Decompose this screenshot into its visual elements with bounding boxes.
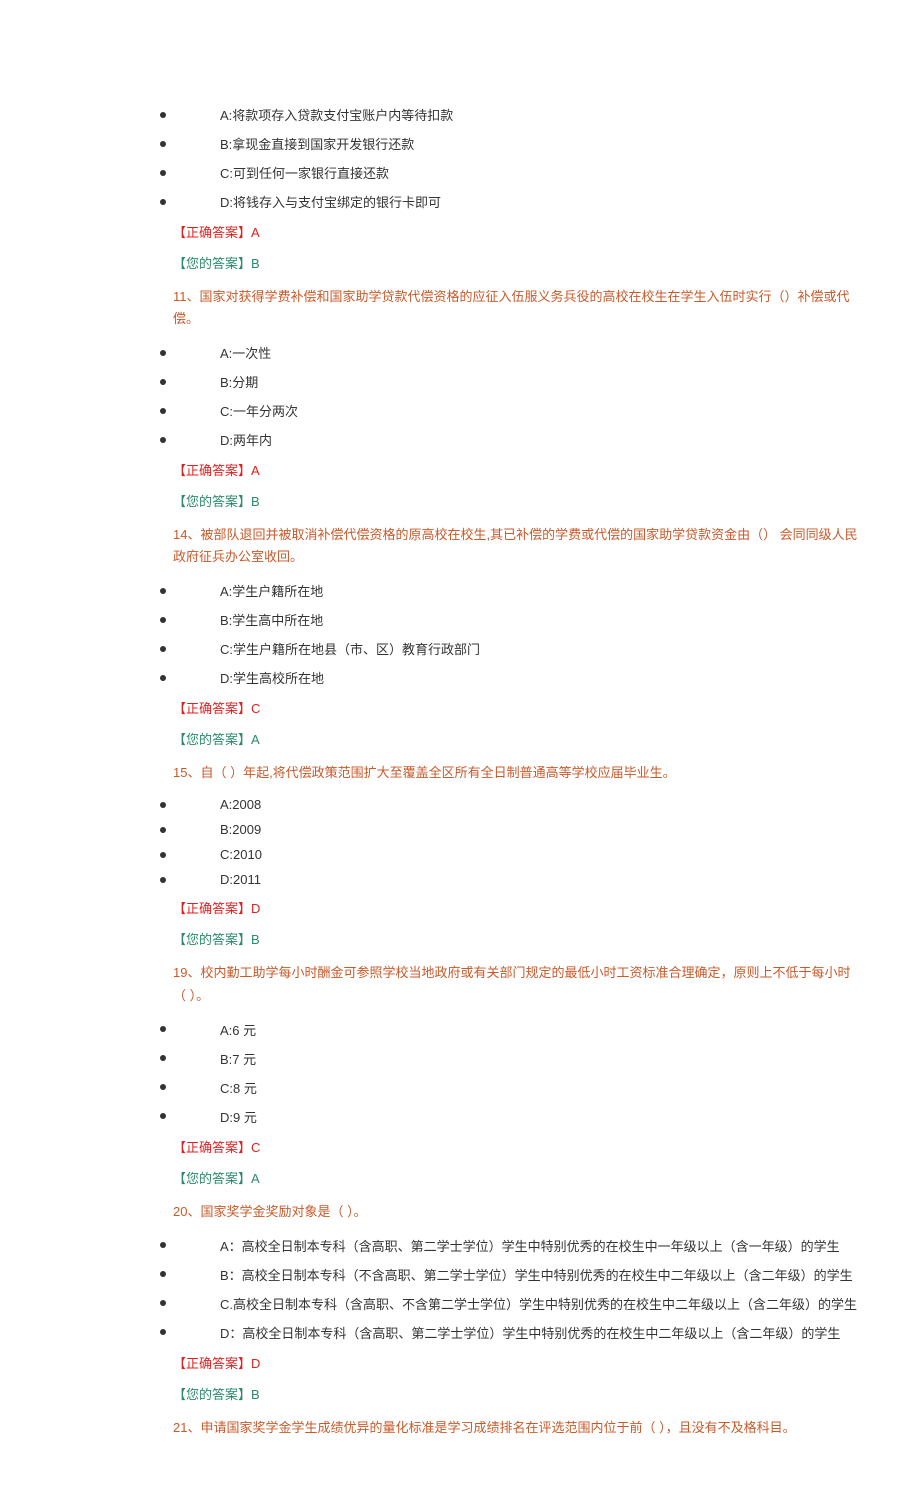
bullet-icon [160,1084,166,1090]
option-text: C:学生户籍所在地县（市、区）教育行政部门 [220,639,480,658]
list-item: D:2011 [0,867,920,892]
option-text: C.高校全日制本专科（含高职、不含第二学士学位）学生中特别优秀的在校生中二年级以… [220,1294,857,1313]
list-item: A:学生户籍所在地 [0,576,920,605]
list-item: C:学生户籍所在地县（市、区）教育行政部门 [0,634,920,663]
option-text: A:学生户籍所在地 [220,581,323,600]
bullet-icon [160,1113,166,1119]
option-text: A:一次性 [220,343,271,362]
bullet-icon [160,675,166,681]
bullet-icon [160,1242,166,1248]
option-text: B:分期 [220,372,258,391]
bullet-icon [160,827,166,833]
option-text: B:学生高中所在地 [220,610,323,629]
list-item: B：高校全日制本专科（不含高职、第二学士学位）学生中特别优秀的在校生中二年级以上… [0,1260,920,1289]
your-answer: 【您的答案】B [0,1378,920,1409]
bullet-icon [160,1300,166,1306]
list-item: D:两年内 [0,425,920,454]
correct-answer: 【正确答案】D [0,892,920,923]
list-item: C.高校全日制本专科（含高职、不含第二学士学位）学生中特别优秀的在校生中二年级以… [0,1289,920,1318]
your-answer: 【您的答案】B [0,485,920,516]
list-item: A:一次性 [0,338,920,367]
bullet-icon [160,588,166,594]
list-item: C:可到任何一家银行直接还款 [0,158,920,187]
list-item: D:学生高校所在地 [0,663,920,692]
option-text: D:9 元 [220,1107,257,1126]
option-text: C:可到任何一家银行直接还款 [220,163,389,182]
question-stem: 14、被部队退回并被取消补偿代偿资格的原高校在校生,其已补偿的学费或代偿的国家助… [0,516,920,576]
option-text: B：高校全日制本专科（不含高职、第二学士学位）学生中特别优秀的在校生中二年级以上… [220,1265,853,1284]
bullet-icon [160,617,166,623]
bullet-icon [160,1026,166,1032]
correct-answer: 【正确答案】D [0,1347,920,1378]
list-item: C:一年分两次 [0,396,920,425]
list-item: A:6 元 [0,1015,920,1044]
option-text: C:2010 [220,847,262,862]
list-item: C:2010 [0,842,920,867]
question-stem: 21、申请国家奖学金学生成绩优异的量化标准是学习成绩排名在评选范围内位于前（ ）… [0,1409,920,1447]
bullet-icon [160,1271,166,1277]
option-text: D:学生高校所在地 [220,668,324,687]
bullet-icon [160,877,166,883]
bullet-icon [160,646,166,652]
list-item: B:分期 [0,367,920,396]
list-item: B:拿现金直接到国家开发银行还款 [0,129,920,158]
option-text: C:8 元 [220,1078,257,1097]
bullet-icon [160,350,166,356]
list-item: A:2008 [0,792,920,817]
option-text: A:2008 [220,797,261,812]
bullet-icon [160,141,166,147]
option-text: A：高校全日制本专科（含高职、第二学士学位）学生中特别优秀的在校生中一年级以上（… [220,1236,840,1255]
option-text: B:拿现金直接到国家开发银行还款 [220,134,414,153]
question-stem: 11、国家对获得学费补偿和国家助学贷款代偿资格的应征入伍服义务兵役的高校在校生在… [0,278,920,338]
list-item: A：高校全日制本专科（含高职、第二学士学位）学生中特别优秀的在校生中一年级以上（… [0,1231,920,1260]
list-item: B:学生高中所在地 [0,605,920,634]
option-text: D:2011 [220,872,261,887]
your-answer: 【您的答案】B [0,247,920,278]
list-item: D：高校全日制本专科（含高职、第二学士学位）学生中特别优秀的在校生中二年级以上（… [0,1318,920,1347]
question-stem: 15、自（ ）年起,将代偿政策范围扩大至覆盖全区所有全日制普通高等学校应届毕业生… [0,754,920,792]
option-text: D:两年内 [220,430,272,449]
option-text: D：高校全日制本专科（含高职、第二学士学位）学生中特别优秀的在校生中二年级以上（… [220,1323,840,1342]
bullet-icon [160,199,166,205]
correct-answer: 【正确答案】A [0,454,920,485]
document-content: A:将款项存入贷款支付宝账户内等待扣款 B:拿现金直接到国家开发银行还款 C:可… [0,0,920,1487]
option-text: C:一年分两次 [220,401,298,420]
list-item: A:将款项存入贷款支付宝账户内等待扣款 [0,100,920,129]
option-text: B:7 元 [220,1049,256,1068]
option-text: A:6 元 [220,1020,256,1039]
list-item: D:9 元 [0,1102,920,1131]
bullet-icon [160,802,166,808]
question-stem: 19、校内勤工助学每小时酬金可参照学校当地政府或有关部门规定的最低小时工资标准合… [0,954,920,1014]
bullet-icon [160,1329,166,1335]
bullet-icon [160,112,166,118]
question-stem: 20、国家奖学金奖励对象是（ ）。 [0,1193,920,1231]
bullet-icon [160,437,166,443]
bullet-icon [160,170,166,176]
your-answer: 【您的答案】B [0,923,920,954]
list-item: B:7 元 [0,1044,920,1073]
option-text: D:将钱存入与支付宝绑定的银行卡即可 [220,192,441,211]
your-answer: 【您的答案】A [0,1162,920,1193]
correct-answer: 【正确答案】C [0,1131,920,1162]
your-answer: 【您的答案】A [0,723,920,754]
list-item: C:8 元 [0,1073,920,1102]
correct-answer: 【正确答案】C [0,692,920,723]
bullet-icon [160,1055,166,1061]
list-item: D:将钱存入与支付宝绑定的银行卡即可 [0,187,920,216]
option-text: B:2009 [220,822,261,837]
list-item: B:2009 [0,817,920,842]
correct-answer: 【正确答案】A [0,216,920,247]
bullet-icon [160,408,166,414]
option-text: A:将款项存入贷款支付宝账户内等待扣款 [220,105,453,124]
bullet-icon [160,852,166,858]
bullet-icon [160,379,166,385]
